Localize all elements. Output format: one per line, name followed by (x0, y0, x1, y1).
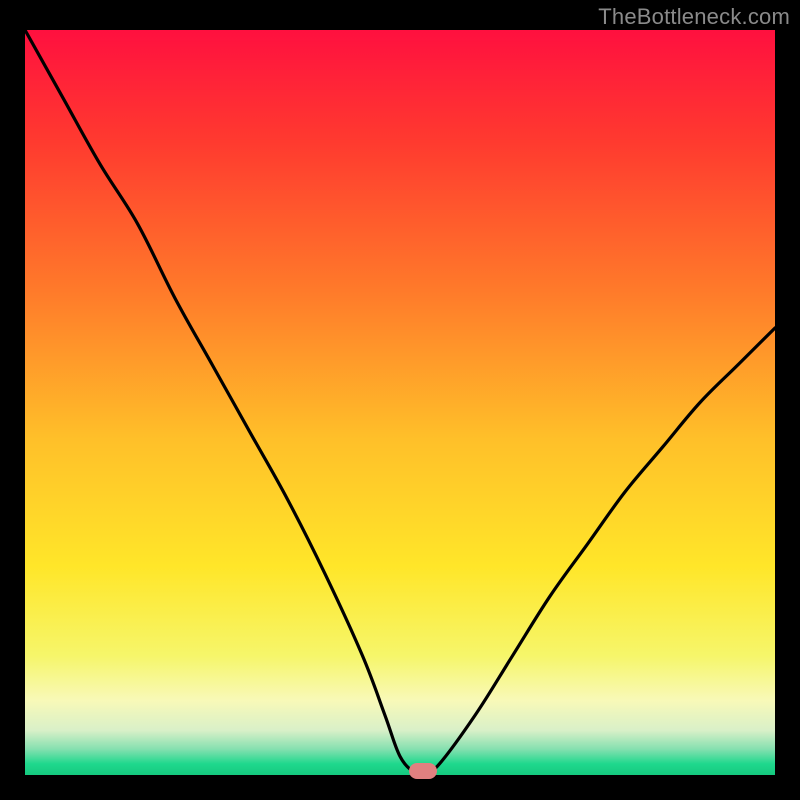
watermark-text: TheBottleneck.com (598, 4, 790, 30)
chart-svg (25, 30, 775, 775)
plot-area (25, 30, 775, 775)
gradient-background (25, 30, 775, 775)
optimal-marker (409, 763, 437, 779)
chart-frame: TheBottleneck.com (0, 0, 800, 800)
